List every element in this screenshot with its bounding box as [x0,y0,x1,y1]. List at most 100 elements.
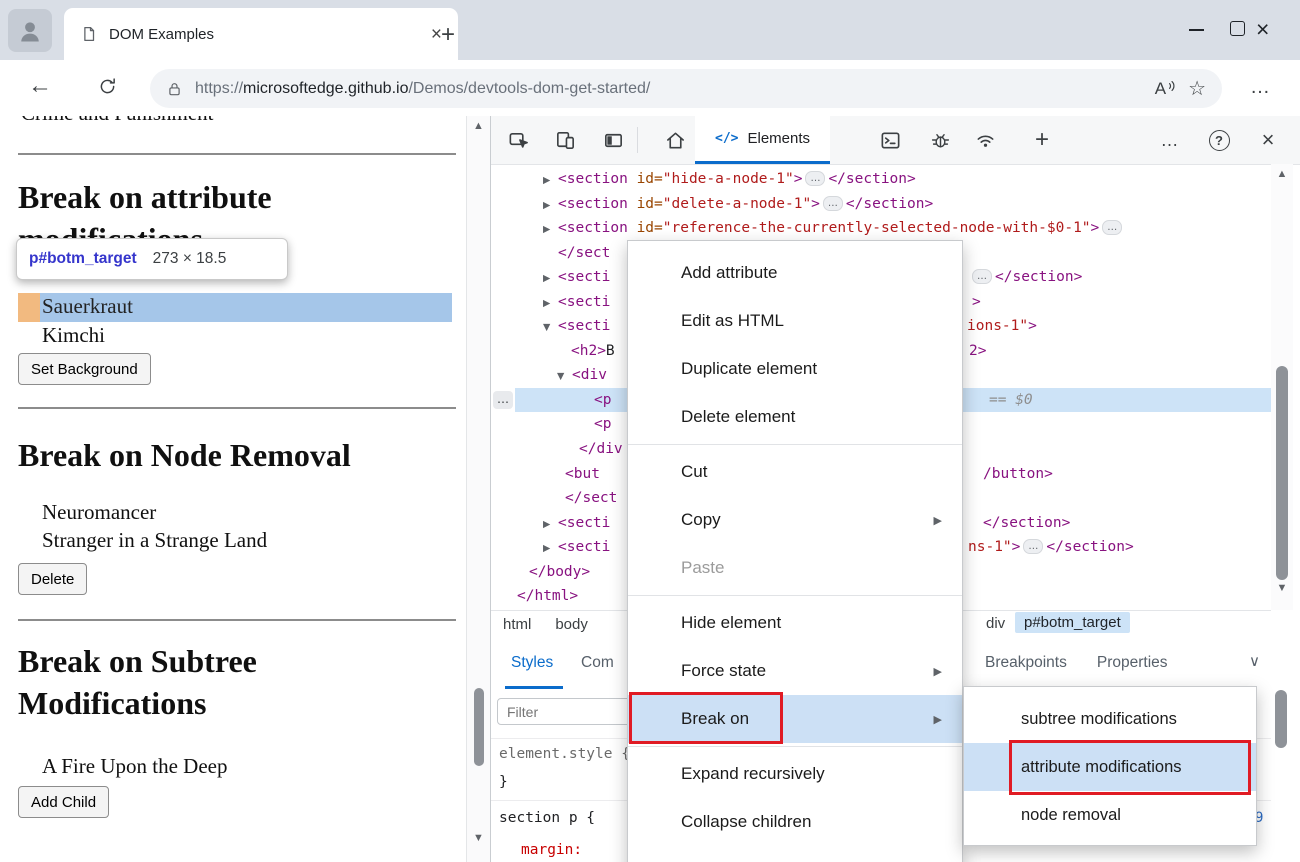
dom-tree-row[interactable]: ▶ <section id="reference-the-currently-se… [491,216,1271,241]
scroll-down-icon[interactable]: ▼ [467,832,490,844]
add-tools-icon[interactable]: + [1029,126,1055,153]
debugger-bug-icon[interactable] [927,128,953,152]
inline-expand-icon[interactable]: … [1102,220,1123,236]
menu-item-collapse-children[interactable]: Collapse children [628,798,962,846]
list-item: Neuromancer [42,500,157,524]
minimize-button[interactable] [1189,29,1204,31]
scroll-up-icon[interactable]: ▲ [467,120,490,132]
disclosure-arrow-icon[interactable]: ▼ [543,316,558,341]
network-wifi-icon[interactable] [972,128,998,152]
close-devtools-icon[interactable]: × [1255,127,1281,152]
disclosure-arrow-icon[interactable]: ▶ [543,169,558,194]
breadcrumb-item[interactable]: body [555,616,588,633]
menu-item-cut[interactable]: Cut [628,448,962,496]
breadcrumb-item[interactable]: div [986,615,1005,632]
chevron-down-icon[interactable]: ∨ [1249,652,1260,670]
more-options-icon[interactable]: … [1157,128,1183,152]
address-bar[interactable]: https://microsoftedge.github.io/Demos/de… [150,69,1222,108]
code-token: <section [558,171,628,187]
console-icon[interactable] [877,128,903,152]
tab-computed[interactable]: Com [581,654,614,672]
code-token: <section [558,220,628,237]
code-token: > [1090,220,1100,237]
inspect-highlighted-element[interactable]: Sauerkraut [18,293,452,322]
code-token: id= [627,220,663,237]
styles-scrollbar-thumb[interactable] [1275,690,1287,748]
inspect-tool-icon[interactable] [505,128,531,152]
url-path: /Demos/devtools-dom-get-started/ [408,79,651,97]
tab-breakpoints[interactable]: Breakpoints [985,654,1067,672]
menu-item-delete-element[interactable]: Delete element [628,393,962,441]
inline-expand-icon[interactable]: … [805,171,826,186]
breadcrumb-item-selected[interactable]: p#botm_target [1015,612,1130,633]
menu-item-duplicate-element[interactable]: Duplicate element [628,345,962,393]
menu-item-attribute-modifications[interactable]: attribute modifications [964,743,1256,791]
settings-more-icon[interactable]: … [1250,76,1271,99]
add-child-button[interactable]: Add Child [18,786,110,818]
disclosure-arrow-icon[interactable]: ▼ [557,365,572,390]
node-actions-icon[interactable]: … [493,390,513,409]
breadcrumb-item[interactable]: html [503,616,531,633]
inline-expand-icon[interactable]: … [972,269,992,285]
menu-item-add-attribute[interactable]: Add attribute [628,249,962,297]
maximize-button[interactable] [1230,21,1245,36]
menu-item-hide-element[interactable]: Hide element [628,599,962,647]
refresh-button[interactable] [97,76,118,97]
favorites-star-icon[interactable]: ☆ [1188,76,1206,101]
window-close-button[interactable]: × [1256,16,1269,43]
code-token: <secti [558,293,611,310]
inline-expand-icon[interactable]: … [822,195,843,211]
inline-expand-icon[interactable]: … [1023,539,1044,555]
menu-item-break-on[interactable]: Break on ▶ [628,695,962,743]
disclosure-arrow-icon[interactable]: ▶ [543,292,558,317]
read-aloud-icon[interactable]: A [1155,79,1176,99]
home-icon[interactable] [662,128,688,152]
rule-element-style[interactable]: element.style { [499,742,630,766]
break-on-submenu: subtree modifications attribute modificat… [963,686,1257,846]
disclosure-arrow-icon[interactable]: ▶ [543,218,558,243]
scroll-down-icon[interactable]: ▼ [1271,582,1293,594]
browser-tab[interactable]: DOM Examples × [64,8,458,60]
code-token: > [972,293,981,310]
menu-item-label: Cut [681,462,708,481]
scroll-up-icon[interactable]: ▲ [1271,168,1293,180]
devtools-scrollbar[interactable]: ▲ ▼ [1271,164,1293,610]
tab-properties[interactable]: Properties [1097,654,1168,672]
menu-item-force-state[interactable]: Force state ▶ [628,647,962,695]
scrollbar-thumb[interactable] [474,688,484,766]
scrollbar-thumb[interactable] [1276,366,1288,580]
menu-item-label: attribute modifications [1021,757,1182,776]
menu-item-expand-recursively[interactable]: Expand recursively [628,750,962,798]
person-icon [21,21,39,41]
menu-item-paste[interactable]: Paste [628,544,962,592]
new-tab-button[interactable]: + [441,23,455,47]
dom-tree-row[interactable]: ▶ <section id="hide-a-node-1">… </section> [491,167,1271,192]
url-text[interactable]: https://microsoftedge.github.io/Demos/de… [195,80,1143,98]
dock-side-icon[interactable] [600,128,626,152]
rule-selector[interactable]: section p { [499,806,595,830]
menu-item-node-removal[interactable]: node removal [964,791,1256,839]
dom-tree-row[interactable]: ▶ <section id="delete-a-node-1">… </sectio… [491,192,1271,217]
menu-item-subtree-modifications[interactable]: subtree modifications [964,695,1256,743]
disclosure-arrow-icon[interactable]: ▶ [543,194,558,219]
tab-styles[interactable]: Styles [511,654,553,672]
back-button[interactable]: ← [28,72,52,100]
title-bar: DOM Examples × + × [0,0,1300,60]
device-emulation-icon[interactable] [552,128,578,152]
profile-avatar[interactable] [8,9,52,52]
tab-elements[interactable]: </> Elements [695,116,831,164]
disclosure-arrow-icon[interactable]: ▶ [543,267,558,292]
menu-item-copy[interactable]: Copy ▶ [628,496,962,544]
help-icon[interactable]: ? [1206,128,1232,152]
submenu-arrow-icon: ▶ [933,664,942,678]
code-token: <secti [558,514,611,531]
disclosure-arrow-icon[interactable]: ▶ [543,537,558,562]
menu-item-edit-as-html[interactable]: Edit as HTML [628,297,962,345]
page-scrollbar[interactable]: ▲ ▼ [466,116,491,862]
code-token: </section> [995,269,1083,286]
rule-declaration[interactable]: margin:▶ [521,838,638,862]
set-background-button[interactable]: Set Background [18,353,151,385]
delete-button[interactable]: Delete [18,563,88,595]
disclosure-arrow-icon[interactable]: ▶ [543,513,558,538]
menu-item-capture-node-screenshot[interactable]: Capture node screenshot [628,846,962,862]
